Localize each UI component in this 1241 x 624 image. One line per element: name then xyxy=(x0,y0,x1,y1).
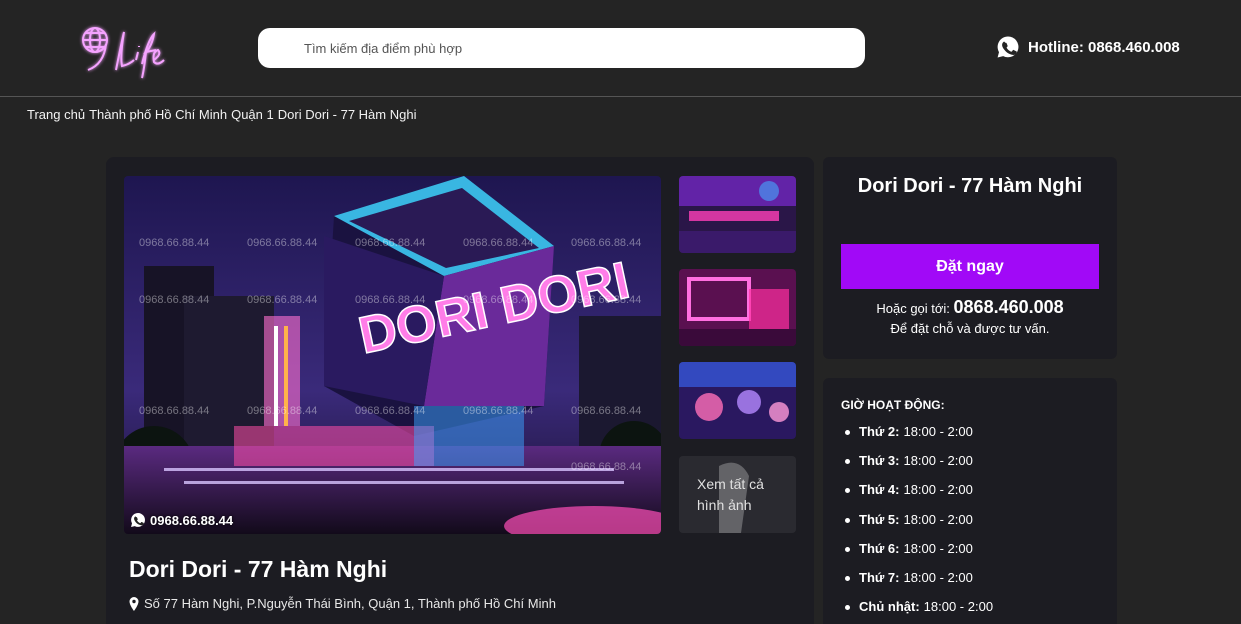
hours-item: Thứ 4: 18:00 - 2:00 xyxy=(841,482,993,511)
watermark: 0968.66.88.44 xyxy=(355,405,425,417)
bullet-icon xyxy=(845,605,850,611)
booking-title: Dori Dori - 77 Hàm Nghi xyxy=(857,175,1083,197)
breadcrumb: Trang chủ Thành phố Hồ Chí Minh Quận 1 D… xyxy=(27,107,416,122)
gallery-thumb-3[interactable] xyxy=(679,362,796,439)
watermark: 0968.66.88.44 xyxy=(571,405,641,417)
hero-photo[interactable]: DORI DORI 0968.66.88.44 0968.66.88.44 09… xyxy=(124,176,661,534)
venue-address: Số 77 Hàm Nghi, P.Nguyễn Thái Bình, Quận… xyxy=(128,596,556,611)
hours-day: Chủ nhật: xyxy=(859,599,920,615)
hours-time: 18:00 - 2:00 xyxy=(903,482,973,498)
call-line: Hoặc gọi tới: 0868.460.008 xyxy=(823,297,1117,318)
breadcrumb-item-home[interactable]: Trang chủ xyxy=(27,107,85,122)
thumb-image xyxy=(679,362,796,439)
whatsapp-icon xyxy=(997,36,1019,58)
thumb-image xyxy=(679,176,796,253)
hero-phone-badge: 0968.66.88.44 xyxy=(130,512,233,528)
watermark: 0968.66.88.44 xyxy=(139,237,209,249)
search-input[interactable] xyxy=(258,28,865,68)
hours-item: Thứ 7: 18:00 - 2:00 xyxy=(841,570,993,599)
call-number[interactable]: 0868.460.008 xyxy=(954,297,1064,317)
breadcrumb-item-city[interactable]: Thành phố Hồ Chí Minh xyxy=(89,107,227,122)
watermark: 0968.66.88.44 xyxy=(139,294,209,306)
site-header: Hotline: 0868.460.008 xyxy=(0,0,1241,97)
site-logo[interactable] xyxy=(76,20,168,84)
bullet-icon xyxy=(845,575,850,581)
bullet-icon xyxy=(845,517,850,523)
breadcrumb-item-venue: Dori Dori - 77 Hàm Nghi xyxy=(277,107,417,122)
hours-day: Thứ 6: xyxy=(859,540,900,556)
gallery-thumb-1[interactable] xyxy=(679,176,796,253)
call-prefix: Hoặc gọi tới: xyxy=(876,301,954,316)
watermark: 0968.66.88.44 xyxy=(355,237,425,249)
watermark: 0968.66.88.44 xyxy=(139,405,209,417)
book-now-button[interactable]: Đặt ngay xyxy=(841,244,1099,289)
hotline[interactable]: Hotline: 0868.460.008 xyxy=(996,35,1180,59)
watermark: 0968.66.88.44 xyxy=(247,405,317,417)
watermark: 0968.66.88.44 xyxy=(463,237,533,249)
hours-time: 18:00 - 2:00 xyxy=(903,453,973,469)
see-all-photos-label: Xem tất cả hình ảnh xyxy=(697,476,764,513)
hours-item: Thứ 5: 18:00 - 2:00 xyxy=(841,512,993,541)
watermark: 0968.66.88.44 xyxy=(247,237,317,249)
see-all-photos-button[interactable]: Xem tất cả hình ảnh xyxy=(679,456,796,533)
watermark: 0968.66.88.44 xyxy=(463,294,533,306)
hours-item: Thứ 2: 18:00 - 2:00 xyxy=(841,424,993,453)
hours-time: 18:00 - 2:00 xyxy=(903,424,973,439)
watermark: 0968.66.88.44 xyxy=(247,294,317,306)
watermark: 0968.66.88.44 xyxy=(463,405,533,417)
map-pin-icon xyxy=(129,596,139,611)
bullet-icon xyxy=(845,488,850,494)
hours-time: 18:00 - 2:00 xyxy=(903,511,973,527)
venue-address-text: Số 77 Hàm Nghi, P.Nguyễn Thái Bình, Quận… xyxy=(144,596,556,611)
hours-day: Thứ 4: xyxy=(859,482,900,498)
hours-time: 18:00 - 2:00 xyxy=(923,599,994,615)
hours-time: 18:00 - 2:00 xyxy=(903,540,973,556)
venue-title: Dori Dori - 77 Hàm Nghi xyxy=(129,556,388,582)
hours-item: Thứ 6: 18:00 - 2:00 xyxy=(841,541,993,570)
advise-text: Để đặt chỗ và được tư vấn. xyxy=(890,321,1050,336)
hours-time: 18:00 - 2:00 xyxy=(903,569,973,585)
watermark: 0968.66.88.44 xyxy=(571,461,641,473)
bullet-icon xyxy=(845,459,850,465)
hero-image: DORI DORI 0968.66.88.44 0968.66.88.44 09… xyxy=(124,176,661,534)
hours-day: Thứ 7: xyxy=(859,569,900,585)
bullet-icon xyxy=(845,430,850,435)
hours-list: Thứ 2: 18:00 - 2:00 Thứ 3: 18:00 - 2:00 Th… xyxy=(841,424,993,624)
bullet-icon xyxy=(845,546,850,552)
whatsapp-icon xyxy=(131,512,145,527)
hours-item: Thứ 3: 18:00 - 2:00 xyxy=(841,453,993,482)
hours-day: Thứ 3: xyxy=(859,453,900,469)
hours-day: Thứ 5: xyxy=(859,511,900,527)
hotline-text: Hotline: 0868.460.008 xyxy=(1028,38,1180,56)
hero-phone-text: 0968.66.88.44 xyxy=(150,512,234,528)
hours-day: Thứ 2: xyxy=(859,424,900,439)
watermark: 0968.66.88.44 xyxy=(355,294,425,306)
breadcrumb-item-district[interactable]: Quận 1 xyxy=(231,107,274,122)
gallery-thumb-2[interactable] xyxy=(679,269,796,346)
watermark: 0968.66.88.44 xyxy=(571,237,641,249)
thumb-image xyxy=(679,269,796,346)
hours-item: Chủ nhật: 18:00 - 2:00 xyxy=(841,599,993,624)
watermark: 0968.66.88.44 xyxy=(571,294,641,306)
hours-title: GIỜ HOẠT ĐỘNG: xyxy=(841,398,945,412)
